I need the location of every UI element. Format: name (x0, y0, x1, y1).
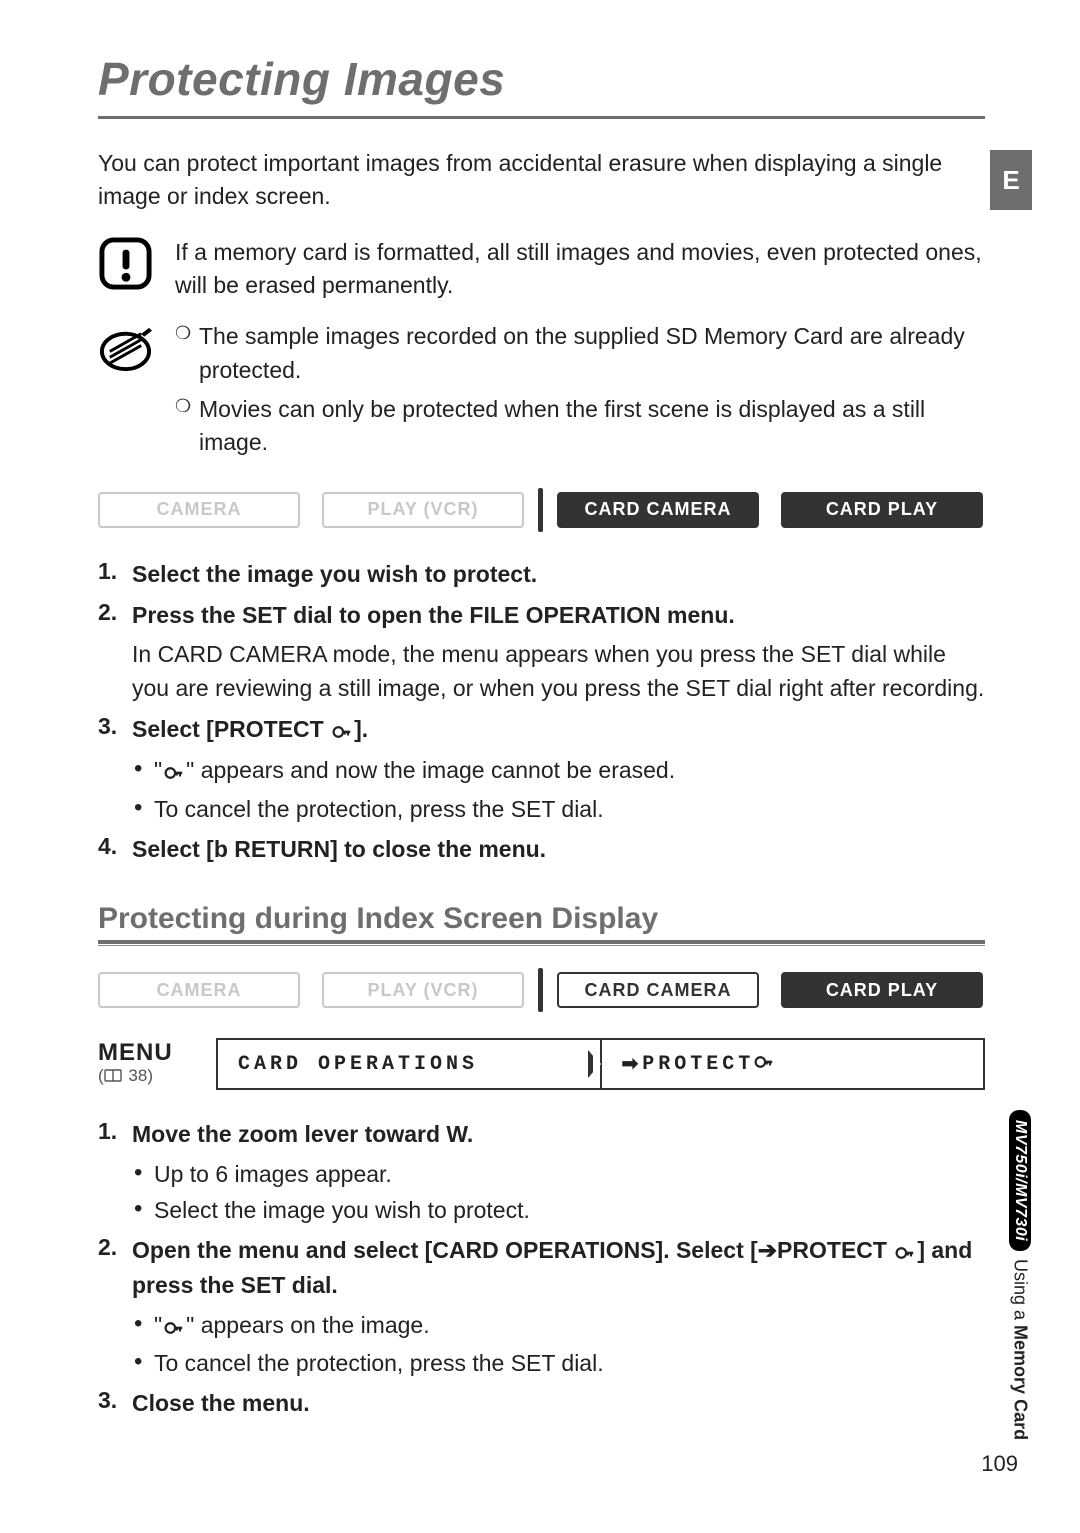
step-sub: In CARD CAMERA mode, the menu appears wh… (132, 638, 985, 705)
step-item: Open the menu and select [CARD OPERATION… (98, 1234, 985, 1379)
mode-row-2: CAMERA PLAY (VCR) CARD CAMERA CARD PLAY (98, 968, 985, 1012)
mode-play-vcr: PLAY (VCR) (322, 972, 524, 1008)
mode-camera: CAMERA (98, 972, 300, 1008)
step-title: Select [b RETURN] to close the menu. (132, 833, 985, 866)
menu-strip: MENU ( 38) CARD OPERATIONS PROTECT (98, 1038, 985, 1090)
intro-text: You can protect important images from ac… (98, 147, 985, 214)
menu-ref: ( 38) (98, 1067, 216, 1084)
step-title: Close the menu. (132, 1387, 985, 1420)
step-item: Press the SET dial to open the FILE OPER… (98, 599, 985, 705)
section-rule (98, 940, 985, 946)
step-bullet: To cancel the protection, press the SET … (132, 793, 985, 825)
warning-text: If a memory card is formatted, all still… (175, 236, 985, 303)
page-number: 109 (981, 1451, 1018, 1477)
mode-marker (538, 488, 543, 532)
key-icon (164, 1311, 184, 1343)
language-tab: E (990, 150, 1032, 210)
steps-list-2: Move the zoom lever toward W. Up to 6 im… (98, 1118, 985, 1420)
mode-row-1: CAMERA PLAY (VCR) CARD CAMERA CARD PLAY (98, 488, 985, 532)
side-label: MV750i/MV730i Using a Memory Card (1006, 1110, 1034, 1440)
mode-card-play: CARD PLAY (781, 492, 983, 528)
key-icon (754, 1052, 774, 1076)
step-bullet: Up to 6 images appear. (132, 1158, 985, 1190)
step-bullet: "" appears and now the image cannot be e… (132, 754, 985, 788)
warning-icon (98, 236, 153, 291)
menu-cell-protect: PROTECT (600, 1038, 986, 1090)
book-icon (104, 1069, 122, 1082)
menu-word: MENU (98, 1041, 216, 1065)
key-icon (332, 715, 352, 748)
step-bullet: "" appears on the image. (132, 1309, 985, 1343)
info-note: The sample images recorded on the suppli… (98, 320, 985, 465)
page-title: Protecting Images (98, 52, 985, 106)
mode-camera: CAMERA (98, 492, 300, 528)
info-item: The sample images recorded on the suppli… (175, 320, 985, 387)
mode-play-vcr: PLAY (VCR) (322, 492, 524, 528)
section-heading: Protecting during Index Screen Display (98, 902, 985, 936)
section-label: Using a Memory Card (1010, 1259, 1031, 1440)
menu-cell-card-operations: CARD OPERATIONS (216, 1038, 600, 1090)
mode-marker (538, 968, 543, 1012)
info-item: Movies can only be protected when the fi… (175, 393, 985, 460)
step-bullet: Select the image you wish to protect. (132, 1194, 985, 1226)
step-item: Select [b RETURN] to close the menu. (98, 833, 985, 866)
step-item: Move the zoom lever toward W. Up to 6 im… (98, 1118, 985, 1226)
model-pill: MV750i/MV730i (1009, 1110, 1031, 1251)
steps-list-1: Select the image you wish to protect. Pr… (98, 558, 985, 866)
key-icon (895, 1236, 915, 1269)
warning-note: If a memory card is formatted, all still… (98, 236, 985, 303)
step-title: Select [PROTECT ]. (132, 713, 985, 748)
step-title: Open the menu and select [CARD OPERATION… (132, 1234, 985, 1303)
step-title: Move the zoom lever toward W. (132, 1118, 985, 1151)
mode-card-play: CARD PLAY (781, 972, 983, 1008)
step-item: Select [PROTECT ]. "" appears and now th… (98, 713, 985, 825)
step-title: Press the SET dial to open the FILE OPER… (132, 599, 985, 632)
title-rule (98, 116, 985, 119)
mode-card-camera: CARD CAMERA (557, 492, 759, 528)
step-title: Select the image you wish to protect. (132, 558, 985, 591)
step-item: Select the image you wish to protect. (98, 558, 985, 591)
key-icon (164, 756, 184, 788)
info-icon (98, 320, 153, 375)
step-bullet: To cancel the protection, press the SET … (132, 1347, 985, 1379)
mode-card-camera: CARD CAMERA (557, 972, 759, 1008)
step-item: Close the menu. (98, 1387, 985, 1420)
